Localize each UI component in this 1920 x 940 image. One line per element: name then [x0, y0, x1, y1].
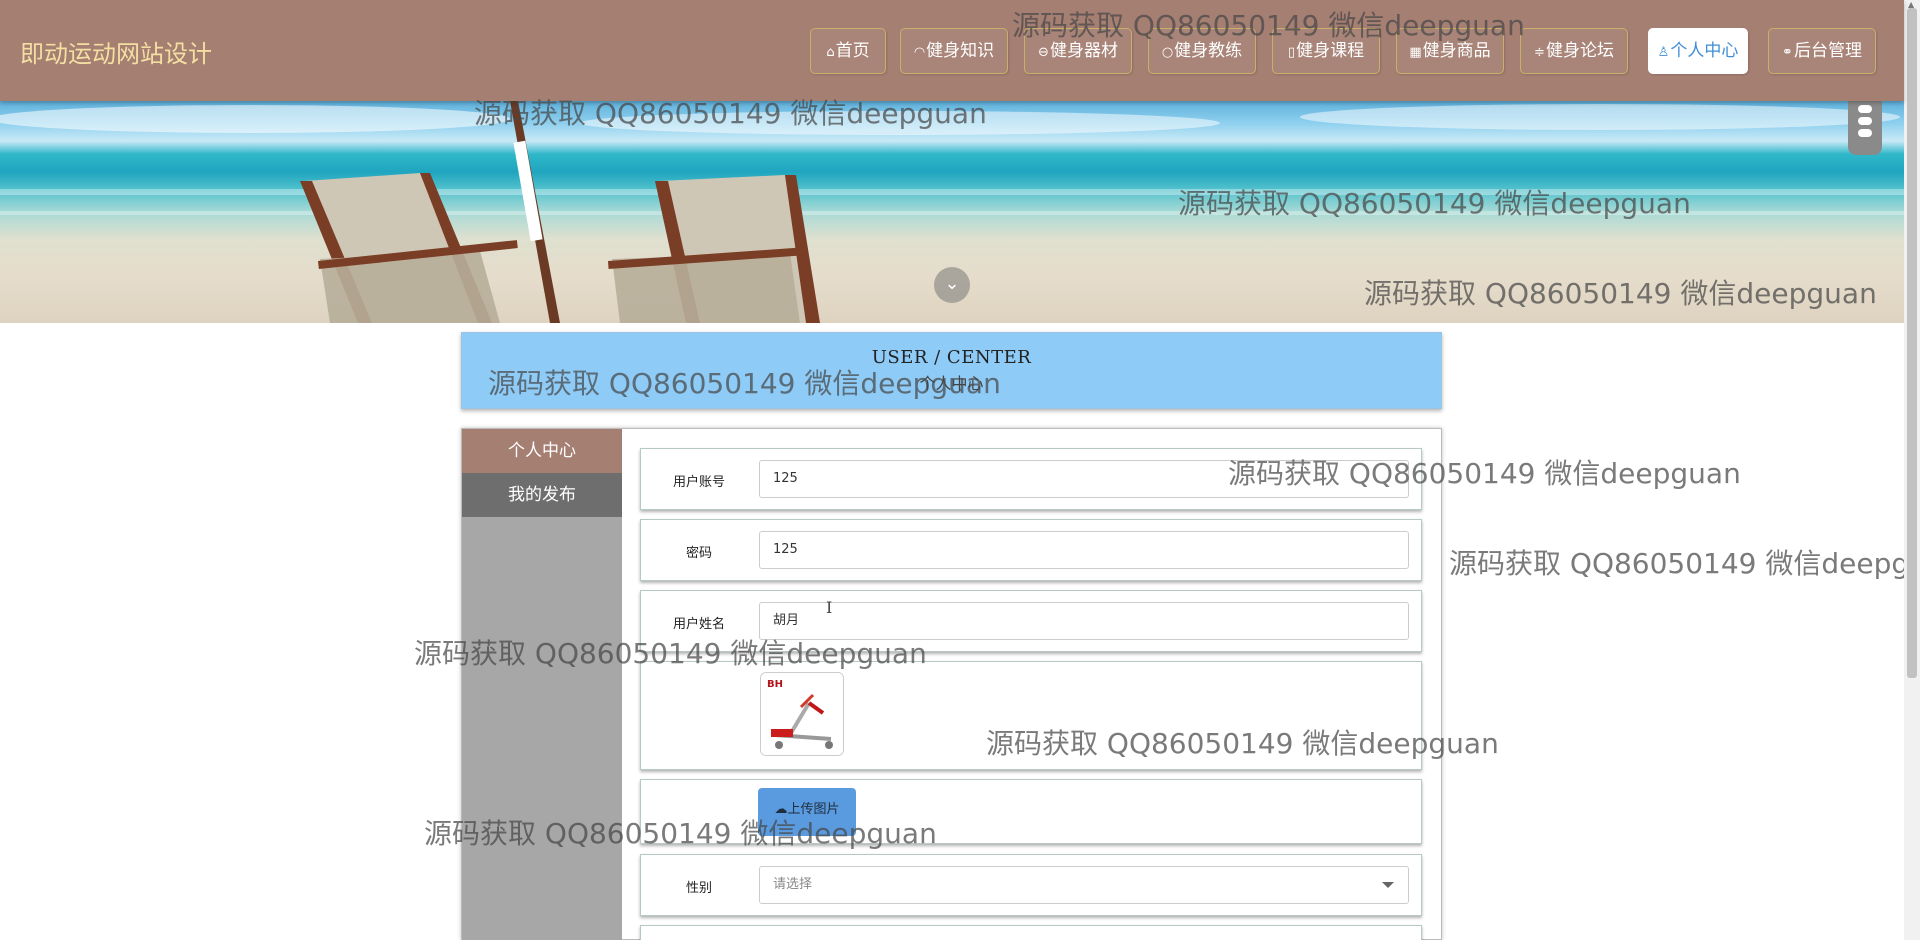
page-scrollbar[interactable]: ▲ — [1904, 0, 1920, 940]
nav-item-label: 健身商品 — [1422, 41, 1491, 61]
home-icon: ⌂ — [826, 45, 835, 60]
nav-item-5[interactable]: ▦健身商品 — [1396, 28, 1504, 74]
nav-item-2[interactable]: ⊖健身器材 — [1024, 28, 1132, 74]
form-row-avatar: BH — [640, 661, 1422, 770]
user-icon: ♙ — [1657, 45, 1670, 60]
name-label: 用户姓名 — [672, 617, 725, 632]
upload-button-label: 上传图片 — [787, 802, 840, 817]
svg-text:BH: BH — [767, 679, 783, 690]
floating-menu-toggle[interactable] — [1848, 101, 1882, 155]
sidebar-item-profile[interactable]: 个人中心 — [462, 429, 622, 473]
circle-icon: ○ — [1161, 45, 1174, 60]
nav-item-label: 健身器材 — [1049, 41, 1118, 61]
scroll-down-button[interactable]: ⌄ — [934, 267, 970, 303]
cloud-upload-icon: ☁ — [774, 802, 788, 817]
upload-image-button[interactable]: ☁上传图片 — [758, 788, 856, 836]
gender-label: 性别 — [685, 881, 712, 896]
hero-banner: ⌄ — [0, 101, 1904, 323]
site-brand[interactable]: 即动运动网站设计 — [20, 34, 212, 69]
nav-item-4[interactable]: ▯健身课程 — [1272, 28, 1380, 74]
sidebar: 个人中心 我的发布 — [462, 429, 622, 940]
nav-item-label: 健身知识 — [926, 41, 995, 61]
form-row-next — [640, 925, 1422, 940]
nav-item-label: 首页 — [835, 41, 870, 61]
menu-dot — [1858, 105, 1872, 113]
dashboard-icon: ◠ — [913, 45, 926, 60]
gender-select[interactable]: 请选择 — [759, 866, 1409, 904]
nav-item-8[interactable]: ⚭后台管理 — [1768, 28, 1876, 74]
nav-item-1[interactable]: ◠健身知识 — [900, 28, 1008, 74]
fitness-equipment-image: BH — [761, 673, 843, 755]
title-english: USER / CENTER — [871, 347, 1032, 368]
nav-item-label: 健身教练 — [1174, 41, 1243, 61]
grid-icon: ▦ — [1409, 45, 1422, 60]
form-row-name: 用户姓名 胡月 — [640, 590, 1422, 652]
password-label: 密码 — [685, 546, 712, 561]
nav-item-label: 个人中心 — [1670, 41, 1739, 61]
user-center-title-bar: USER / CENTER 个人中心 — [461, 332, 1442, 409]
nav-item-6[interactable]: ≑健身论坛 — [1520, 28, 1628, 74]
document-icon: ▯ — [1287, 45, 1296, 60]
form-row-upload: ☁上传图片 — [640, 779, 1422, 844]
nav-item-label: 健身课程 — [1296, 41, 1365, 61]
title-chinese: 个人中心 — [919, 374, 984, 393]
gauge-icon: ⊖ — [1038, 45, 1049, 60]
top-navbar: 即动运动网站设计 ⌂首页 ◠健身知识 ⊖健身器材 ○健身教练 ▯健身课程 ▦健身商品 ≑健身… — [0, 0, 1904, 101]
menu-dot — [1858, 117, 1872, 125]
chevron-down-icon: ⌄ — [944, 273, 960, 294]
nav-item-label: 后台管理 — [1793, 41, 1862, 61]
name-input[interactable]: 胡月 — [759, 602, 1409, 640]
sidebar-item-my-posts[interactable]: 我的发布 — [462, 473, 622, 517]
text-cursor-icon: I — [826, 598, 833, 617]
nav-item-3[interactable]: ○健身教练 — [1148, 28, 1256, 74]
form-row-gender: 性别 请选择 — [640, 854, 1422, 916]
account-label: 用户账号 — [672, 475, 725, 490]
dropdown-arrow-icon — [1382, 882, 1394, 888]
password-input[interactable]: 125 — [759, 531, 1409, 569]
nav-item-label: 健身论坛 — [1545, 41, 1614, 61]
nav-item-7[interactable]: ♙个人中心 — [1648, 28, 1748, 74]
form-row-account: 用户账号 125 — [640, 448, 1422, 510]
avatar-image[interactable]: BH — [760, 672, 844, 756]
menu-dot — [1858, 129, 1872, 137]
scrollbar-thumb[interactable] — [1907, 8, 1917, 678]
watermark-text: 源码获取 QQ86050149 微信deepguan — [1449, 547, 1904, 580]
account-input[interactable]: 125 — [759, 460, 1409, 498]
gender-select-placeholder: 请选择 — [773, 877, 813, 892]
nav-item-0[interactable]: ⌂首页 — [810, 28, 886, 74]
form-row-password: 密码 125 — [640, 519, 1422, 581]
link-icon: ⚭ — [1782, 45, 1793, 60]
filter-icon: ≑ — [1534, 45, 1545, 60]
